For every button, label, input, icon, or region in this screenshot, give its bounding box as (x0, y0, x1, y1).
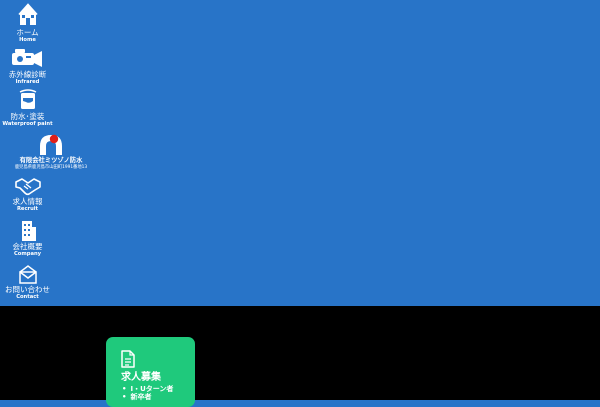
company-logo-block[interactable]: 有限会社ミツゾノ防水 鹿児島県鹿児島市山田町1991番地13 (8, 132, 94, 171)
nav-item-waterproof[interactable]: 防水･塗装 Waterproof paint (0, 89, 55, 127)
nav-label-contact: お問い合わせ (5, 285, 50, 294)
nav-sub-contact: Contact (16, 294, 39, 300)
envelope-icon (18, 265, 37, 284)
recruit-card-title: 求人募集 (121, 372, 161, 383)
nav-label-waterproof: 防水･塗装 (10, 112, 45, 121)
recruit-card-list: I・Uターン者 新卒者 (122, 385, 173, 401)
company-address: 鹿児島県鹿児島市山田町1991番地13 (14, 165, 88, 170)
nav-label-infrared: 赤外線診断 (8, 70, 47, 79)
company-name: 有限会社ミツゾノ防水 (19, 157, 83, 164)
nav-item-contact[interactable]: お問い合わせ Contact (0, 265, 55, 300)
house-icon (17, 3, 38, 25)
nav-label-home: ホーム (16, 28, 39, 37)
nav-sub-waterproof: Waterproof paint (2, 121, 53, 127)
recruit-card[interactable]: 求人募集 I・Uターン者 新卒者 (106, 337, 195, 407)
handshake-icon (14, 178, 41, 196)
nav-sub-infrared: Infrared (15, 79, 40, 85)
nav-sub-company: Company (13, 251, 42, 257)
nav-label-recruit: 求人情報 (12, 197, 43, 206)
nav-label-company: 会社概要 (12, 242, 43, 251)
footer: 求人募集 I・Uターン者 新卒者 (0, 306, 600, 407)
infrared-camera-icon (11, 49, 42, 67)
nav-item-home[interactable]: ホーム Home (0, 3, 55, 43)
document-icon (121, 350, 135, 368)
nav-item-infrared[interactable]: 赤外線診断 Infrared (0, 47, 55, 85)
company-logo-icon (40, 134, 62, 155)
nav-item-company[interactable]: 会社概要 Company (0, 219, 55, 257)
nav-item-recruit[interactable]: 求人情報 Recruit (0, 176, 55, 212)
paint-can-icon (19, 89, 36, 109)
recruit-card-item: I・Uターン者 (122, 385, 173, 393)
nav-sub-recruit: Recruit (16, 206, 39, 212)
building-icon (21, 221, 36, 241)
nav-sub-home: Home (19, 37, 36, 43)
